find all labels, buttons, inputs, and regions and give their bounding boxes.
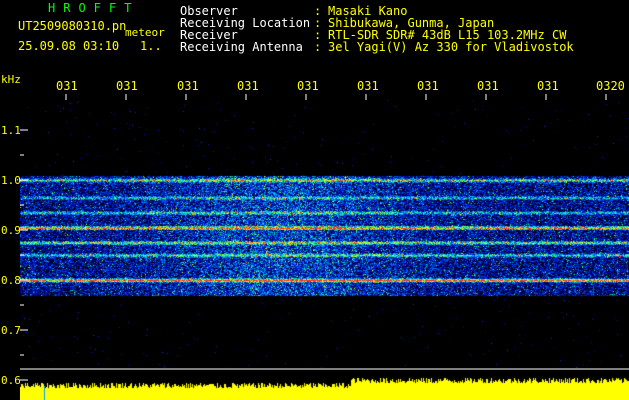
date-time: 25.09.08 03:10	[18, 39, 120, 53]
time-tick-label: 031	[56, 79, 78, 93]
y-axis-unit-label: kHz	[1, 73, 21, 86]
signal-level-meter	[20, 370, 629, 400]
time-tick-label: 031	[357, 79, 379, 93]
freq-tick-label: 1.1	[1, 124, 21, 137]
spectrogram-waterfall	[20, 100, 629, 368]
antenna-separator: :	[314, 40, 322, 54]
antenna-label: Receiving Antenna	[180, 40, 303, 54]
file-name: UT2509080310.pn	[18, 19, 127, 33]
hrofft-window: HROFFT UT2509080310.pn meteor 25.09.08 0…	[0, 0, 629, 400]
time-tick-label: 031	[417, 79, 439, 93]
time-tick-label: 031	[297, 79, 319, 93]
time-tick-label: 0320	[596, 79, 625, 93]
freq-tick-label: 0.6	[1, 374, 21, 387]
antenna-value: 3el Yagi(V) Az 330 for Vladivostok	[328, 40, 574, 54]
time-tick-label: 031	[477, 79, 499, 93]
file-kind: meteor	[125, 26, 165, 39]
freq-tick-label: 0.8	[1, 274, 21, 287]
date-extra: 1..	[140, 39, 162, 53]
time-tick-label: 031	[537, 79, 559, 93]
freq-tick-label: 0.7	[1, 324, 21, 337]
time-tick-label: 031	[116, 79, 138, 93]
time-tick-label: 031	[177, 79, 199, 93]
app-name: HROFFT	[48, 1, 140, 15]
time-tick-label: 031	[237, 79, 259, 93]
freq-tick-label: 0.9	[1, 224, 21, 237]
freq-tick-label: 1.0	[1, 174, 21, 187]
